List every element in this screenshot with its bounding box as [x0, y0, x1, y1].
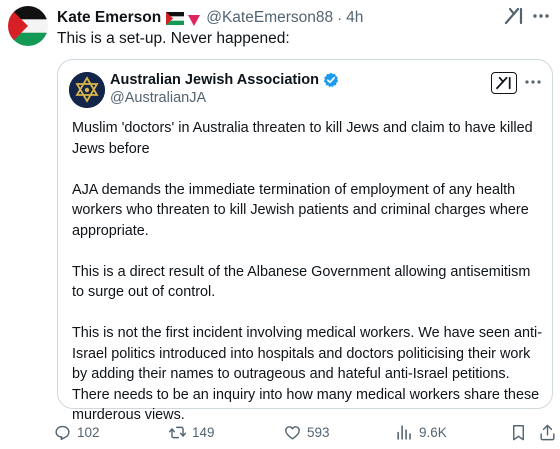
- view-count: 9.6K: [419, 425, 447, 440]
- like-count: 593: [307, 425, 330, 440]
- views-button[interactable]: 9.6K: [395, 423, 447, 442]
- reply-count: 102: [77, 425, 100, 440]
- post-text: This is a set-up. Never happened:: [57, 30, 290, 47]
- repost-count: 149: [192, 425, 215, 440]
- quoted-paragraph: This is a direct result of the Albanese …: [72, 263, 531, 301]
- repost-button[interactable]: 149: [168, 423, 215, 442]
- quoted-paragraph: This is not the first incident involving…: [72, 325, 543, 423]
- share-icon: [540, 424, 555, 441]
- star-of-david-logo-icon: [69, 72, 105, 108]
- separator-dot: ·: [337, 9, 343, 27]
- quoted-more-icon[interactable]: [524, 74, 542, 90]
- verified-badge-icon: [323, 72, 339, 88]
- quoted-paragraph: Muslim 'doctors' in Australia threaten t…: [72, 120, 533, 157]
- quoted-name-row: Australian Jewish Association: [110, 70, 339, 90]
- bookmark-button[interactable]: [509, 423, 528, 442]
- author-avatar[interactable]: [8, 6, 48, 46]
- views-icon: [397, 425, 411, 440]
- quoted-paragraph: AJA demands the immediate termination of…: [72, 181, 529, 239]
- post-header: Kate Emerson @KateEmerson88 · 4h: [57, 6, 560, 30]
- like-button[interactable]: 593: [283, 423, 330, 442]
- palestinian-flag-emoji-icon: [166, 11, 185, 25]
- reply-icon: [55, 425, 70, 441]
- action-bar: 102 149 593 9.6K: [0, 421, 560, 445]
- author-name[interactable]: Kate Emerson: [57, 9, 161, 27]
- bookmark-icon: [513, 425, 524, 441]
- quoted-author-handle[interactable]: @AustralianJA: [110, 90, 206, 106]
- author-handle[interactable]: @KateEmerson88: [206, 9, 333, 27]
- palestinian-flag-avatar-icon: [8, 6, 48, 46]
- grok-icon[interactable]: [504, 7, 524, 25]
- more-icon[interactable]: [531, 8, 551, 24]
- share-button[interactable]: [538, 423, 557, 442]
- quoted-post[interactable]: Australian Jewish Association @Australia…: [57, 59, 553, 423]
- quoted-post-body: Muslim 'doctors' in Australia threaten t…: [72, 118, 546, 426]
- quoted-author-name[interactable]: Australian Jewish Association: [110, 72, 319, 88]
- quoted-grok-icon[interactable]: [491, 72, 517, 94]
- heart-icon: [285, 426, 300, 440]
- quoted-author-avatar[interactable]: [69, 72, 105, 108]
- post-time[interactable]: 4h: [346, 9, 363, 27]
- repost-icon: [168, 426, 187, 439]
- red-triangle-emoji-icon: [188, 13, 201, 26]
- reply-button[interactable]: 102: [53, 423, 100, 442]
